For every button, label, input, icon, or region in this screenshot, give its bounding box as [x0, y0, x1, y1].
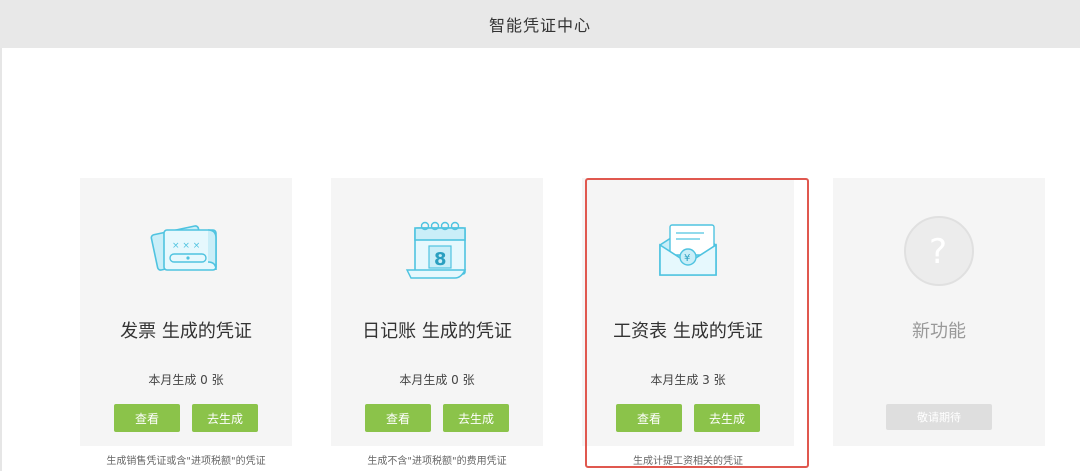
svg-text:?: ?	[929, 232, 947, 272]
salary-envelope-icon: ¥	[648, 218, 728, 284]
button-row: 查看 去生成	[114, 404, 258, 432]
button-row: 查看 去生成	[616, 404, 760, 432]
generate-button[interactable]: 去生成	[694, 404, 760, 432]
left-divider	[0, 48, 2, 471]
invoice-icon: × × ×	[146, 218, 226, 284]
card-invoice: × × × 发票 生成的凭证 本月生成 0 张 查看 去生成	[80, 178, 292, 446]
card-count: 本月生成 0 张	[148, 373, 224, 387]
card-title: 日记账 生成的凭证	[362, 321, 512, 342]
view-button[interactable]: 查看	[616, 404, 682, 432]
calendar-icon: 8	[397, 218, 477, 284]
view-button[interactable]: 查看	[114, 404, 180, 432]
card-title: 工资表 生成的凭证	[613, 321, 763, 342]
generate-button[interactable]: 去生成	[443, 404, 509, 432]
button-row: 查看 去生成	[365, 404, 509, 432]
card-title: 发票 生成的凭证	[120, 321, 252, 342]
card-note: 生成计提工资相关的凭证	[633, 456, 743, 467]
card-journal: 8 日记账 生成的凭证 本月生成 0 张 查看 去生成	[331, 178, 543, 446]
page-title: 智能凭证中心	[488, 16, 591, 35]
view-button[interactable]: 查看	[365, 404, 431, 432]
header-bar: 智能凭证中心	[0, 0, 1080, 48]
coming-soon-button: 敬请期待	[886, 404, 992, 430]
svg-text:8: 8	[434, 249, 447, 270]
question-icon: ?	[899, 216, 979, 286]
generate-button[interactable]: 去生成	[192, 404, 258, 432]
card-title: 新功能	[912, 321, 966, 342]
card-count: 本月生成 0 张	[399, 373, 475, 387]
card-note: 生成销售凭证或含"进项税额"的凭证	[106, 456, 266, 467]
card-salary: ¥ 工资表 生成的凭证 本月生成 3 张 查看 去生成	[582, 178, 794, 446]
card-new-feature: ? 新功能 敬请期待	[833, 178, 1045, 446]
card-note: 生成不含"进项税额"的费用凭证	[367, 456, 507, 467]
svg-text:× × ×: × × ×	[172, 241, 200, 251]
svg-text:¥: ¥	[684, 253, 690, 264]
card-count: 本月生成 3 张	[650, 373, 726, 387]
